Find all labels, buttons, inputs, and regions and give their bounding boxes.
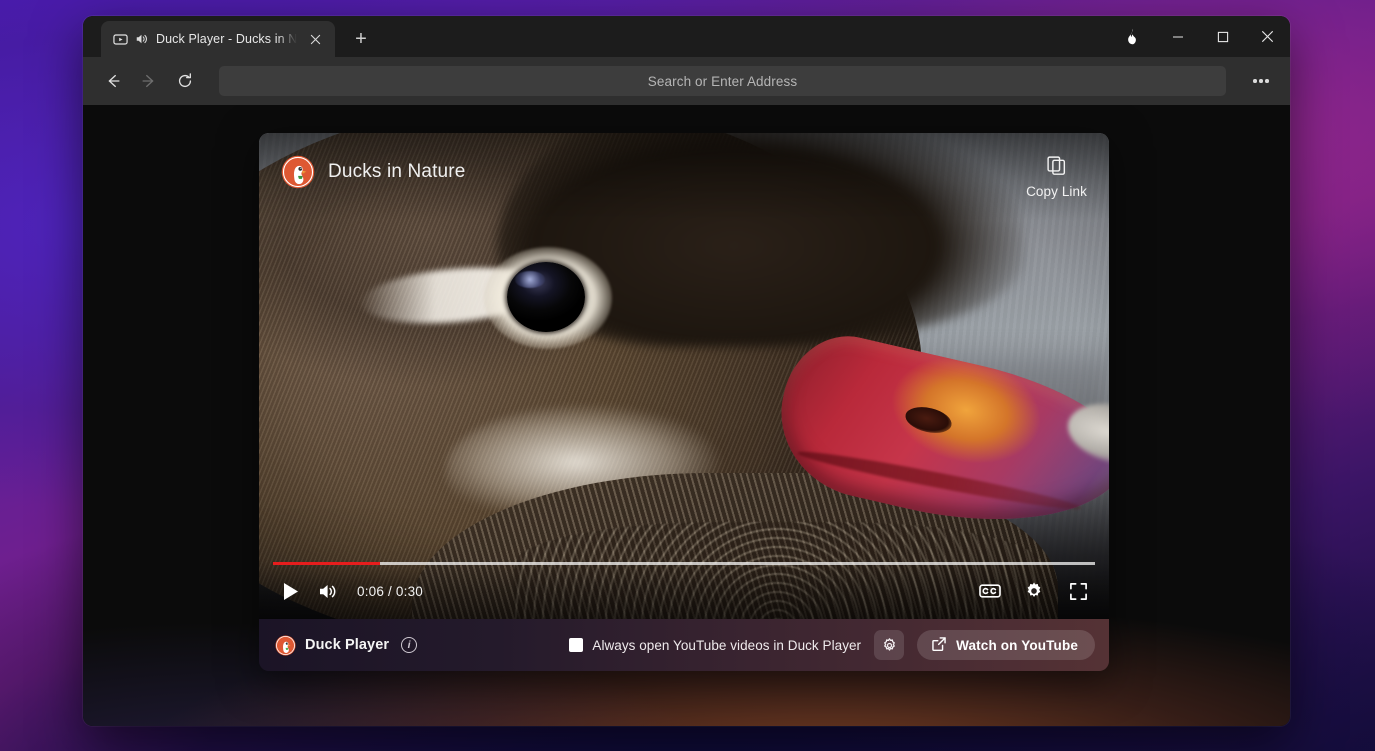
play-button[interactable]	[273, 574, 307, 608]
controls-row: 0:06 / 0:30	[273, 571, 1095, 611]
duck-player-card: Ducks in Nature Copy Link 0:06 / 0:30 Du…	[259, 133, 1109, 671]
address-bar[interactable]: Search or Enter Address	[219, 66, 1226, 96]
tab-close-icon[interactable]	[304, 28, 326, 50]
duck-player-label: Duck Player	[305, 637, 390, 653]
duckduckgo-logo-icon	[275, 634, 296, 656]
watch-on-youtube-button[interactable]: Watch on YouTube	[917, 630, 1095, 660]
fire-button-icon[interactable]	[1110, 16, 1155, 57]
copy-link-label: Copy Link	[1026, 184, 1087, 199]
info-icon[interactable]: i	[401, 637, 418, 653]
duck-player-bottom-bar: Duck Player i Always open YouTube videos…	[259, 619, 1109, 671]
navigation-toolbar: Search or Enter Address	[83, 57, 1290, 105]
bottom-bar-actions: Always open YouTube videos in Duck Playe…	[569, 630, 1095, 660]
always-open-checkbox[interactable]	[569, 638, 584, 652]
duckduckgo-logo-icon	[281, 155, 315, 189]
page-content: Ducks in Nature Copy Link 0:06 / 0:30 Du…	[83, 105, 1290, 726]
video-controls: 0:06 / 0:30	[259, 562, 1109, 619]
back-button[interactable]	[97, 65, 129, 97]
video-surface[interactable]: Ducks in Nature Copy Link 0:06 / 0:30	[259, 133, 1109, 619]
dot	[1265, 79, 1269, 83]
video-player-icon	[113, 32, 128, 47]
video-title-group: Ducks in Nature	[281, 155, 465, 189]
tab-title: Duck Player - Ducks in Nature	[156, 32, 297, 46]
maximize-button[interactable]	[1200, 16, 1245, 57]
video-header-overlay: Ducks in Nature Copy Link	[259, 133, 1109, 221]
dot	[1259, 79, 1263, 83]
reload-button[interactable]	[169, 65, 201, 97]
video-title: Ducks in Nature	[328, 161, 466, 182]
fullscreen-button[interactable]	[1061, 574, 1095, 608]
video-settings-gear-icon[interactable]	[1017, 574, 1051, 608]
browser-window: Duck Player - Ducks in Nature +	[83, 16, 1290, 726]
close-window-button[interactable]	[1245, 16, 1290, 57]
minimize-button[interactable]	[1155, 16, 1200, 57]
new-tab-button[interactable]: +	[348, 26, 374, 52]
captions-button[interactable]	[973, 574, 1007, 608]
duck-player-settings-button[interactable]	[874, 630, 905, 660]
window-controls	[1110, 16, 1290, 57]
time-display: 0:06 / 0:30	[357, 583, 424, 599]
forward-button[interactable]	[133, 65, 165, 97]
controls-right-group	[973, 574, 1095, 608]
gear-icon	[883, 637, 895, 651]
always-open-label: Always open YouTube videos in Duck Playe…	[592, 637, 862, 653]
speaker-playing-icon[interactable]	[135, 32, 149, 46]
progress-fill	[273, 562, 380, 565]
always-open-checkbox-group[interactable]: Always open YouTube videos in Duck Playe…	[569, 638, 861, 653]
duck-player-brand: Duck Player i	[275, 634, 418, 656]
more-options-icon[interactable]	[1246, 66, 1276, 96]
progress-scrubber[interactable]	[273, 562, 1095, 565]
address-bar-placeholder: Search or Enter Address	[647, 73, 798, 89]
copy-icon	[1046, 155, 1067, 179]
copy-link-button[interactable]: Copy Link	[1026, 155, 1087, 199]
watch-on-youtube-label: Watch on YouTube	[956, 637, 1078, 653]
dot	[1253, 79, 1257, 83]
external-link-icon	[931, 636, 947, 655]
tab-strip: Duck Player - Ducks in Nature +	[83, 16, 1290, 57]
tab-duck-player[interactable]: Duck Player - Ducks in Nature	[101, 21, 335, 57]
volume-button[interactable]	[311, 574, 345, 608]
